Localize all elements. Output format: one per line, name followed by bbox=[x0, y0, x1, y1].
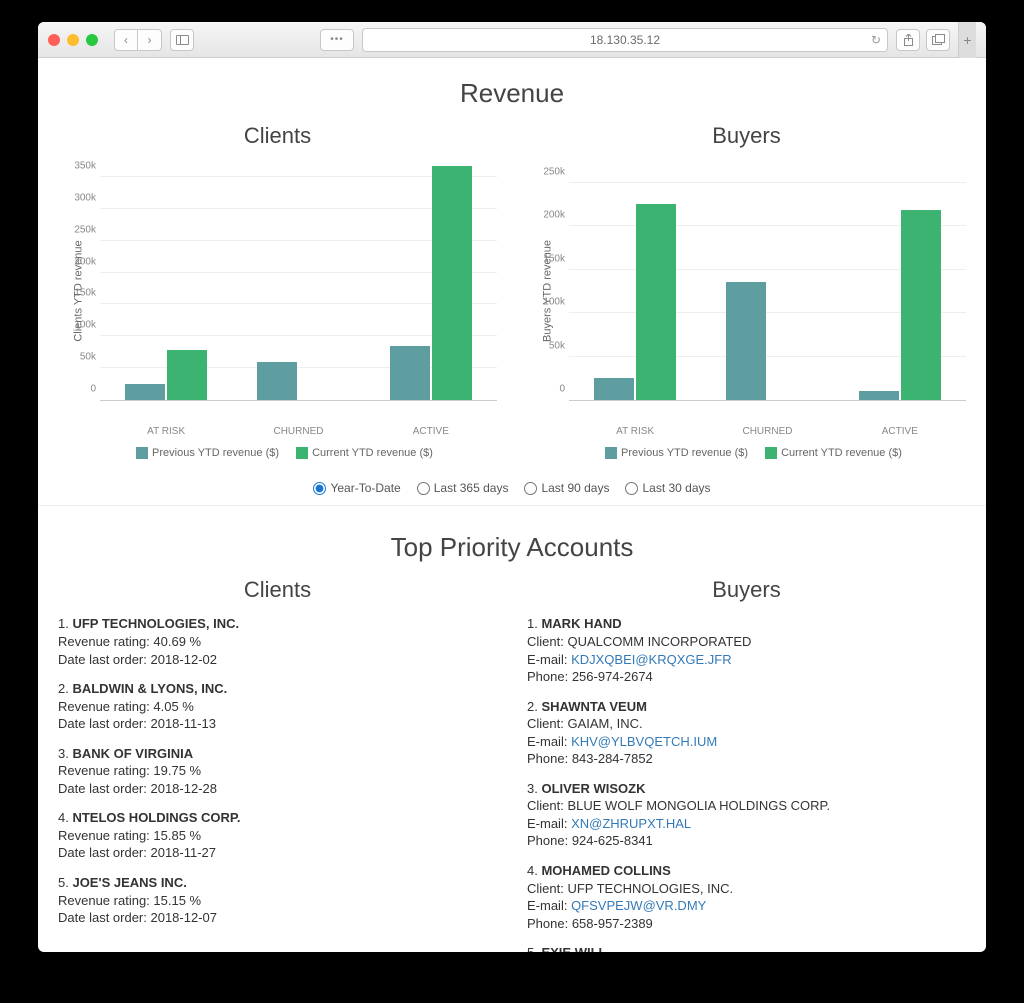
buyers-chart-title: Buyers bbox=[527, 123, 966, 149]
priority-clients-title: Clients bbox=[58, 577, 497, 603]
buyers-legend: Previous YTD revenue ($) Current YTD rev… bbox=[527, 447, 966, 459]
priority-clients-list: 1. UFP TECHNOLOGIES, INC.Revenue rating:… bbox=[58, 615, 497, 926]
y-tick: 350k bbox=[66, 160, 96, 171]
bar bbox=[390, 346, 430, 400]
browser-window: ‹ › ••• 18.130.35.12 ↻ + Revenue Clients bbox=[38, 22, 986, 952]
y-tick: 150k bbox=[66, 288, 96, 299]
clients-chart: Clients YTD revenue 050k100k150k200k250k… bbox=[58, 161, 497, 421]
page-title: Revenue bbox=[58, 78, 966, 109]
bar bbox=[432, 166, 472, 400]
back-button[interactable]: ‹ bbox=[114, 29, 138, 51]
y-tick: 0 bbox=[535, 384, 565, 395]
tabs-button[interactable] bbox=[926, 29, 950, 51]
priority-client-item: 4. NTELOS HOLDINGS CORP.Revenue rating: … bbox=[58, 809, 497, 862]
buyer-email-link[interactable]: KDJXQBEI@KRQXGE.JFR bbox=[571, 652, 732, 667]
page-content: Revenue Clients Clients YTD revenue 050k… bbox=[38, 58, 986, 952]
x-tick: CHURNED bbox=[232, 421, 364, 437]
priority-buyer-item: 2. SHAWNTA VEUMClient: GAIAM, INC.E-mail… bbox=[527, 698, 966, 768]
x-tick: ACTIVE bbox=[834, 421, 966, 437]
forward-button[interactable]: › bbox=[138, 29, 162, 51]
bar bbox=[901, 210, 941, 400]
address-text: 18.130.35.12 bbox=[590, 33, 660, 47]
y-tick: 250k bbox=[535, 166, 565, 177]
bar bbox=[125, 384, 165, 400]
y-tick: 150k bbox=[535, 253, 565, 264]
y-tick: 200k bbox=[535, 210, 565, 221]
titlebar: ‹ › ••• 18.130.35.12 ↻ + bbox=[38, 22, 986, 58]
y-tick: 300k bbox=[66, 192, 96, 203]
sidebar-icon bbox=[176, 35, 189, 45]
buyer-email-link[interactable]: KHV@YLBVQETCH.IUM bbox=[571, 734, 717, 749]
priority-client-item: 5. JOE'S JEANS INC.Revenue rating: 15.15… bbox=[58, 874, 497, 927]
priority-buyer-item: 4. MOHAMED COLLINSClient: UFP TECHNOLOGI… bbox=[527, 862, 966, 932]
x-tick: AT RISK bbox=[100, 421, 232, 437]
legend-swatch-cur bbox=[765, 447, 777, 459]
clients-chart-title: Clients bbox=[58, 123, 497, 149]
y-tick: 100k bbox=[66, 320, 96, 331]
bar bbox=[859, 391, 899, 400]
window-controls bbox=[48, 34, 98, 46]
bar bbox=[636, 204, 676, 400]
period-radio[interactable] bbox=[417, 482, 430, 495]
close-window-icon[interactable] bbox=[48, 34, 60, 46]
section-divider bbox=[38, 505, 986, 506]
y-tick: 0 bbox=[66, 384, 96, 395]
legend-label-cur: Current YTD revenue ($) bbox=[781, 447, 902, 459]
legend-label-prev: Previous YTD revenue ($) bbox=[621, 447, 748, 459]
new-tab-button[interactable]: + bbox=[958, 22, 976, 58]
top-priority-title: Top Priority Accounts bbox=[58, 532, 966, 563]
priority-buyers-list: 1. MARK HANDClient: QUALCOMM INCORPORATE… bbox=[527, 615, 966, 952]
period-filter: Year-To-Date Last 365 days Last 90 days Las… bbox=[58, 481, 966, 495]
site-settings-button[interactable]: ••• bbox=[320, 29, 354, 51]
y-tick: 200k bbox=[66, 256, 96, 267]
priority-buyers-title: Buyers bbox=[527, 577, 966, 603]
address-bar[interactable]: 18.130.35.12 ↻ bbox=[362, 28, 888, 52]
legend-label-cur: Current YTD revenue ($) bbox=[312, 447, 433, 459]
bar bbox=[167, 350, 207, 400]
priority-client-item: 2. BALDWIN & LYONS, INC.Revenue rating: … bbox=[58, 680, 497, 733]
x-tick: ACTIVE bbox=[365, 421, 497, 437]
y-tick: 100k bbox=[535, 297, 565, 308]
y-tick: 50k bbox=[66, 352, 96, 363]
period-option[interactable]: Year-To-Date bbox=[313, 481, 400, 495]
buyers-x-labels: AT RISKCHURNEDACTIVE bbox=[569, 421, 966, 437]
tabs-icon bbox=[932, 34, 945, 45]
priority-client-item: 3. BANK OF VIRGINIARevenue rating: 19.75… bbox=[58, 745, 497, 798]
legend-swatch-prev bbox=[136, 447, 148, 459]
share-button[interactable] bbox=[896, 29, 920, 51]
bar bbox=[594, 378, 634, 400]
legend-swatch-prev bbox=[605, 447, 617, 459]
sidebar-toggle-button[interactable] bbox=[170, 29, 194, 51]
zoom-window-icon[interactable] bbox=[86, 34, 98, 46]
y-tick: 50k bbox=[535, 340, 565, 351]
share-icon bbox=[903, 34, 914, 46]
nav-back-forward: ‹ › bbox=[114, 29, 162, 51]
period-option[interactable]: Last 90 days bbox=[524, 481, 609, 495]
priority-buyer-item: 3. OLIVER WISOZKClient: BLUE WOLF MONGOL… bbox=[527, 780, 966, 850]
x-tick: AT RISK bbox=[569, 421, 701, 437]
bar bbox=[257, 362, 297, 400]
x-tick: CHURNED bbox=[701, 421, 833, 437]
reload-icon[interactable]: ↻ bbox=[871, 33, 881, 47]
period-radio[interactable] bbox=[524, 482, 537, 495]
period-radio[interactable] bbox=[625, 482, 638, 495]
buyer-email-link[interactable]: QFSVPEJW@VR.DMY bbox=[571, 898, 706, 913]
priority-client-item: 1. UFP TECHNOLOGIES, INC.Revenue rating:… bbox=[58, 615, 497, 668]
y-tick: 250k bbox=[66, 224, 96, 235]
priority-buyer-item: 1. MARK HANDClient: QUALCOMM INCORPORATE… bbox=[527, 615, 966, 685]
clients-x-labels: AT RISKCHURNEDACTIVE bbox=[100, 421, 497, 437]
buyer-email-link[interactable]: XN@ZHRUPXT.HAL bbox=[571, 816, 691, 831]
bar bbox=[726, 282, 766, 400]
legend-label-prev: Previous YTD revenue ($) bbox=[152, 447, 279, 459]
period-option[interactable]: Last 365 days bbox=[417, 481, 509, 495]
period-option[interactable]: Last 30 days bbox=[625, 481, 710, 495]
priority-buyer-item: 5. EXIE WILLClient: LEXICON PHARMACEUTIC… bbox=[527, 944, 966, 952]
clients-legend: Previous YTD revenue ($) Current YTD rev… bbox=[58, 447, 497, 459]
buyers-chart: Buyers YTD revenue 050k100k150k200k250k bbox=[527, 161, 966, 421]
legend-swatch-cur bbox=[296, 447, 308, 459]
minimize-window-icon[interactable] bbox=[67, 34, 79, 46]
period-radio[interactable] bbox=[313, 482, 326, 495]
